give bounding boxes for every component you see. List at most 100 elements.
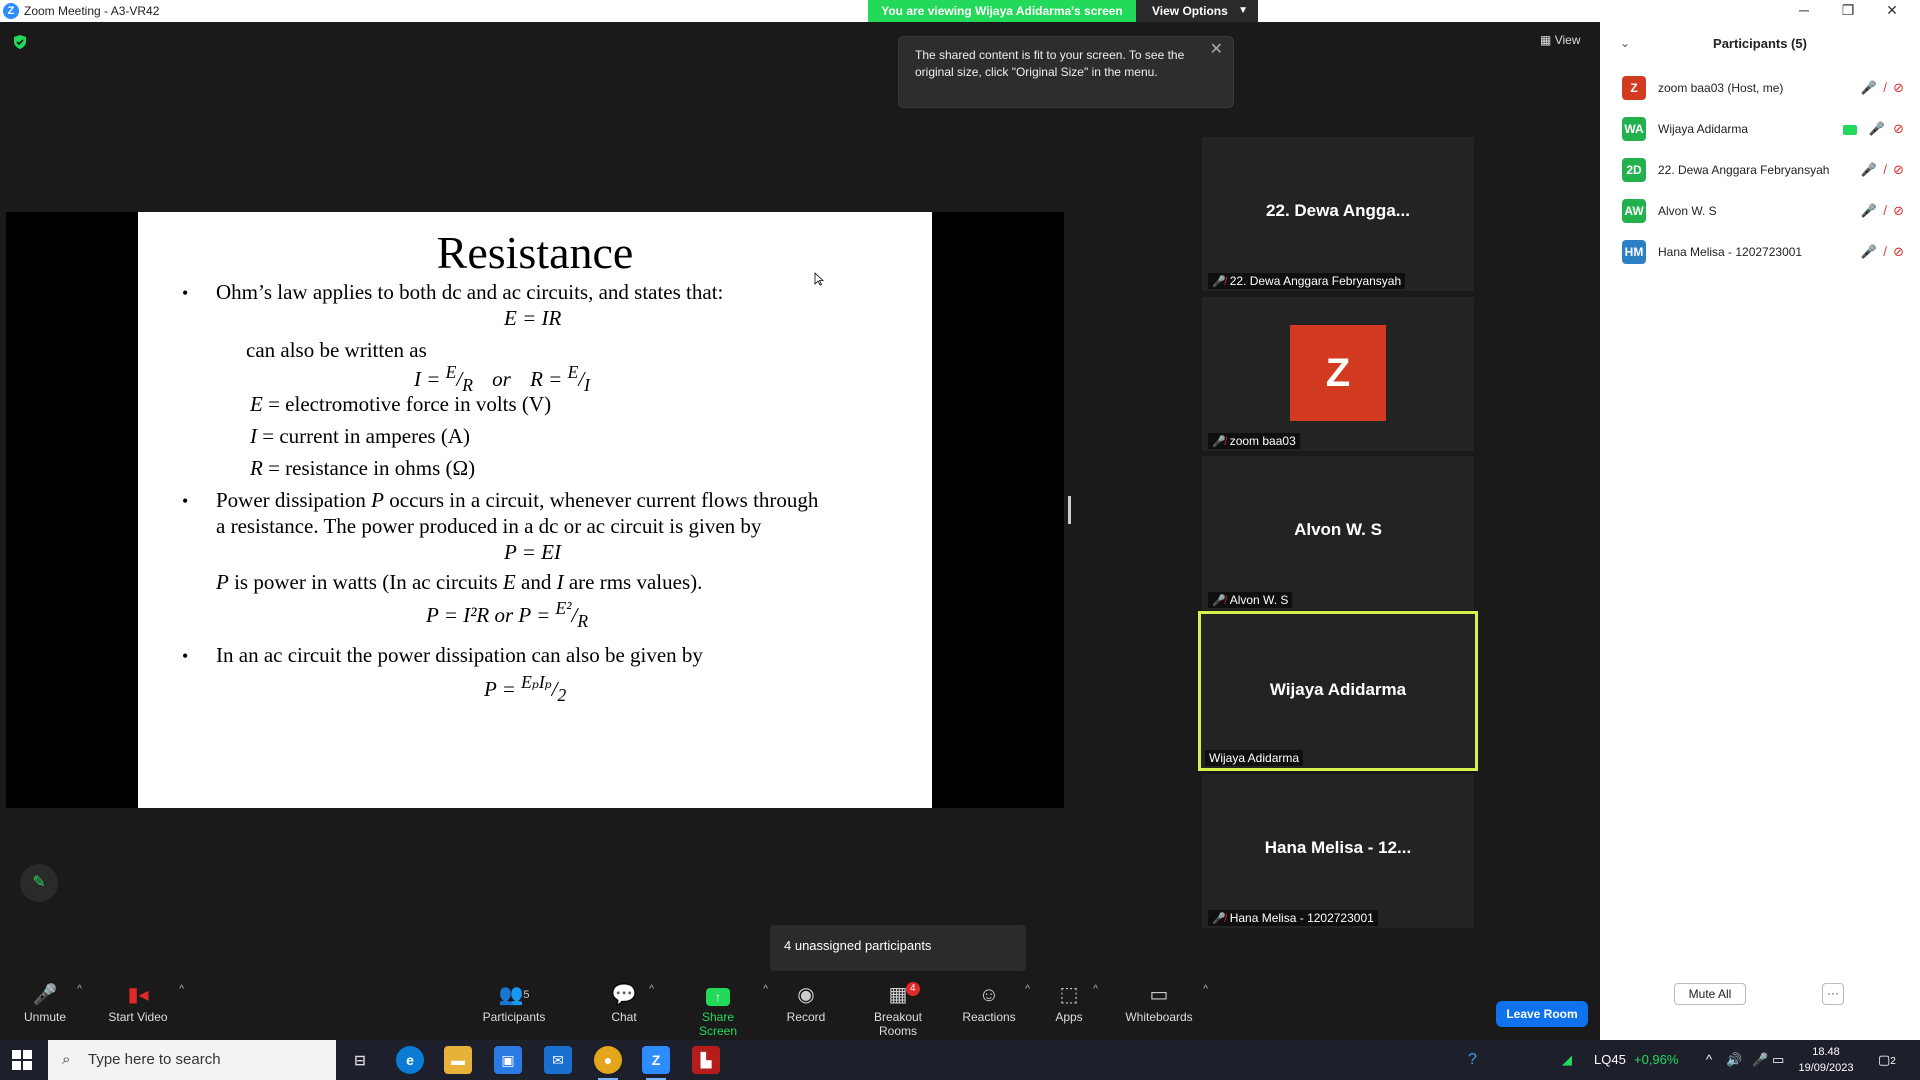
- participant-row[interactable]: 2D 22. Dewa Anggara Febryansyah 🎤̸⊘: [1622, 156, 1912, 184]
- apps-icon: ⬚: [1059, 984, 1079, 1006]
- start-video-button[interactable]: ▮◂ Start Video ^: [106, 980, 184, 1040]
- system-clock[interactable]: 18.48 19/09/2023: [1796, 1044, 1856, 1076]
- participant-row[interactable]: Z zoom baa03 (Host, me) 🎤̸⊘: [1622, 74, 1912, 102]
- chat-label: Chat: [611, 1010, 637, 1024]
- zoom-app-icon[interactable]: Z: [642, 1046, 670, 1080]
- whiteboards-button[interactable]: ▭ Whiteboards ^: [1124, 980, 1208, 1040]
- var-i: I: [250, 424, 257, 448]
- chevron-up-icon[interactable]: ^: [179, 984, 184, 995]
- file-explorer-icon[interactable]: ▬: [444, 1046, 472, 1074]
- reactions-button[interactable]: ☺ Reactions ^: [962, 980, 1030, 1040]
- muted-mic-icon: 🎤̸: [1860, 203, 1894, 218]
- record-button[interactable]: ◉ Record: [786, 980, 826, 1040]
- view-options-label: View Options: [1152, 4, 1228, 18]
- more-options-button[interactable]: ···: [1822, 983, 1844, 1005]
- window-title: Zoom Meeting - A3-VR42: [24, 4, 160, 18]
- watts-text2: are rms values).: [563, 570, 703, 594]
- edge-browser-icon[interactable]: e: [396, 1046, 424, 1074]
- participant-row[interactable]: HM Hana Melisa - 1202723001 🎤̸⊘: [1622, 238, 1912, 266]
- chrome-icon[interactable]: ●: [594, 1046, 622, 1080]
- restore-button[interactable]: ❐: [1826, 0, 1870, 22]
- unmute-button[interactable]: 🎤 Unmute ^: [22, 980, 82, 1040]
- frac-num-e2: E: [567, 362, 579, 382]
- help-icon[interactable]: ?: [1468, 1040, 1477, 1080]
- tile-name-label: 🎤̸ zoom baa03: [1208, 433, 1300, 449]
- store-icon[interactable]: ▣: [494, 1046, 522, 1074]
- chevron-up-icon[interactable]: ^: [1025, 984, 1030, 995]
- windows-start-icon[interactable]: [12, 1050, 32, 1070]
- participant-name: Hana Melisa - 1202723001: [1658, 245, 1803, 259]
- breakout-badge: 4: [906, 982, 920, 996]
- tray-expand-icon[interactable]: ^: [1706, 1040, 1712, 1080]
- slide-text-also: can also be written as: [246, 338, 427, 362]
- record-label: Record: [786, 1010, 826, 1024]
- leave-room-button[interactable]: Leave Room: [1496, 1001, 1588, 1027]
- record-icon: ◉: [797, 984, 815, 1006]
- share-screen-icon: ↑: [706, 988, 730, 1006]
- chat-button[interactable]: 💬 Chat ^: [608, 980, 654, 1040]
- breakout-rooms-icon: ▦: [888, 984, 908, 1006]
- mail-icon[interactable]: ✉: [544, 1046, 572, 1074]
- start-video-label: Start Video: [108, 1010, 168, 1024]
- volume-icon[interactable]: 🔊: [1726, 1040, 1742, 1080]
- taskbar-search-input[interactable]: ⌕ Type here to search: [48, 1040, 336, 1080]
- muted-mic-icon: 🎤̸: [1212, 595, 1226, 607]
- chevron-up-icon[interactable]: ^: [1093, 984, 1098, 995]
- chevron-up-icon[interactable]: ^: [77, 984, 82, 995]
- avatar: 2D: [1622, 158, 1646, 182]
- view-layout-button[interactable]: ▦ View: [1540, 33, 1580, 47]
- equation-e-ir: E = IR: [504, 306, 562, 330]
- avatar: Z: [1290, 325, 1386, 421]
- eq-r-left: R =: [530, 367, 568, 391]
- video-off-icon: ⊘: [1893, 203, 1912, 218]
- minimize-button[interactable]: ─: [1782, 0, 1826, 22]
- video-off-icon: ⊘: [1893, 162, 1912, 177]
- power-a-pre: Power dissipation: [216, 488, 372, 512]
- stock-ticker[interactable]: LQ45: [1594, 1040, 1626, 1080]
- bullet-icon: •: [182, 646, 189, 666]
- search-placeholder: Type here to search: [88, 1051, 221, 1068]
- share-screen-button[interactable]: ↑ Share Screen ^: [682, 980, 768, 1040]
- mic-icon: 🎤: [1868, 121, 1894, 136]
- watts-var-e: E: [502, 570, 516, 594]
- video-off-icon: ⊘: [1893, 80, 1912, 95]
- chevron-up-icon[interactable]: ^: [1203, 984, 1208, 995]
- microphone-icon[interactable]: 🎤: [1752, 1040, 1768, 1080]
- chevron-up-icon[interactable]: ^: [763, 984, 768, 995]
- participant-row[interactable]: AW Alvon W. S 🎤̸⊘: [1622, 197, 1912, 225]
- mute-all-button[interactable]: Mute All: [1674, 983, 1746, 1005]
- meeting-toolbar: 🎤 Unmute ^ ▮◂ Start Video ^ 👥5 Participa…: [0, 980, 1600, 1040]
- unmute-label: Unmute: [23, 1010, 67, 1024]
- breakout-rooms-button[interactable]: ▦ 4 Breakout Rooms: [854, 980, 942, 1040]
- view-label: View: [1554, 33, 1581, 47]
- participant-row[interactable]: WA Wijaya Adidarma 🎤⊘: [1622, 115, 1912, 143]
- chevron-up-icon[interactable]: ^: [649, 984, 654, 995]
- video-tile-active-speaker[interactable]: Wijaya Adidarma Wijaya Adidarma: [1198, 611, 1478, 771]
- close-window-button[interactable]: ✕: [1870, 0, 1914, 22]
- split-resize-handle[interactable]: [1068, 496, 1071, 524]
- video-tile[interactable]: Alvon W. S 🎤̸ Alvon W. S: [1202, 456, 1474, 610]
- mouse-cursor-icon: [814, 272, 824, 286]
- muted-mic-icon: 🎤: [32, 984, 58, 1006]
- video-tile[interactable]: Z 🎤̸ zoom baa03: [1202, 297, 1474, 451]
- power-a-var: P: [371, 488, 384, 512]
- app-icon[interactable]: ▙: [692, 1046, 720, 1074]
- video-tile[interactable]: 22. Dewa Angga... 🎤̸ 22. Dewa Anggara Feb…: [1202, 137, 1474, 291]
- tile-label-text: 22. Dewa Anggara Febryansyah: [1229, 274, 1402, 288]
- unassigned-participants-popup[interactable]: 4 unassigned participants: [770, 925, 1026, 971]
- notification-icon[interactable]: ▢2: [1878, 1040, 1896, 1080]
- security-shield-icon[interactable]: [12, 34, 28, 50]
- apps-button[interactable]: ⬚ Apps ^: [1054, 980, 1098, 1040]
- watts-var-i: I: [556, 570, 564, 594]
- video-tile[interactable]: Hana Melisa - 12... 🎤̸ Hana Melisa - 1202…: [1202, 774, 1474, 928]
- tile-display-name: Hana Melisa - 12...: [1264, 838, 1412, 857]
- participants-button[interactable]: 👥5 Participants: [480, 980, 548, 1040]
- view-options-button[interactable]: View Options ▼: [1136, 0, 1258, 22]
- close-icon[interactable]: ✕: [1210, 41, 1223, 58]
- network-icon[interactable]: ▭: [1772, 1040, 1784, 1080]
- task-view-icon[interactable]: ⊟: [346, 1046, 374, 1074]
- eq4-left: P = I²R or P =: [426, 603, 556, 627]
- watts-and: and: [515, 570, 557, 594]
- zoom-logo-icon: Z: [3, 3, 19, 19]
- annotate-pencil-icon[interactable]: ✎: [20, 864, 58, 902]
